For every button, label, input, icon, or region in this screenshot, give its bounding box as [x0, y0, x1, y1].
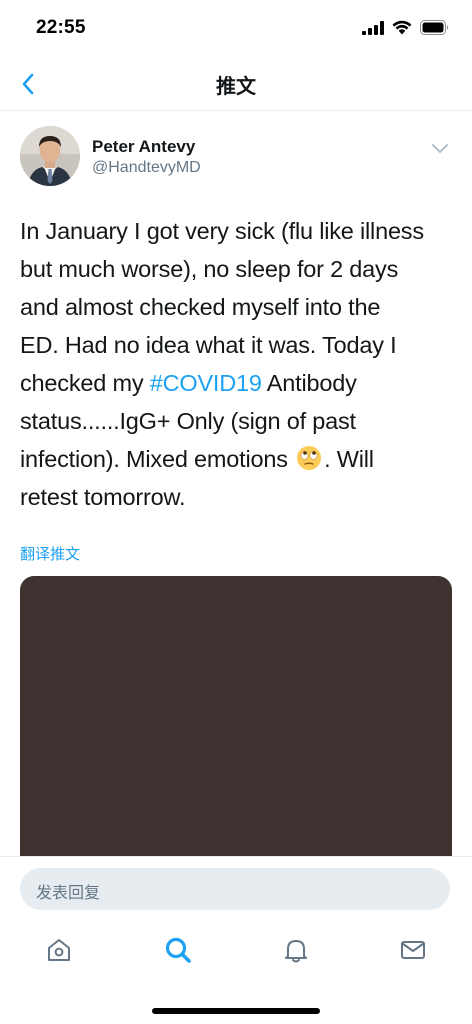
status-bar: 22:55: [0, 0, 472, 58]
reply-composer: 发表回复: [0, 856, 472, 923]
avatar-image: [20, 126, 80, 186]
author-handle[interactable]: @HandtevyMD: [92, 159, 201, 177]
tweet-line-text: . Will: [324, 446, 374, 472]
home-indicator: [152, 1008, 320, 1014]
search-icon: [165, 937, 191, 963]
tweet-media[interactable]: [20, 576, 452, 866]
tweet-line: retest tomorrow.: [20, 484, 186, 510]
tweet-line-text: Antibody: [261, 370, 357, 396]
page-title: 推文: [216, 76, 256, 98]
tweet-line: ED. Had no idea what it was. Today I: [20, 332, 397, 358]
tweet-text: In January I got very sick (flu like ill…: [20, 212, 460, 516]
chevron-down-icon[interactable]: [430, 138, 450, 158]
messages-icon: [401, 941, 425, 959]
tweet-line-text: checked my: [20, 370, 150, 396]
tab-search[interactable]: [162, 934, 194, 966]
tweet-line: checked my #COVID19 Antibody: [20, 364, 460, 402]
tweet-line: but much worse), no sleep for 2 days: [20, 256, 399, 282]
nav-bar: 推文: [0, 58, 472, 111]
tweet-line-text: infection). Mixed emotions: [20, 446, 295, 472]
home-icon: [48, 939, 70, 961]
tab-messages[interactable]: [397, 934, 429, 966]
wifi-icon: [392, 20, 412, 35]
status-icons: [362, 20, 450, 35]
translate-tweet-link[interactable]: 翻译推文: [20, 543, 80, 564]
tab-home[interactable]: [43, 934, 75, 966]
rolling-eyes-emoji-icon: [297, 446, 322, 470]
author-name[interactable]: Peter Antevy: [92, 137, 195, 157]
cellular-signal-icon: [362, 20, 384, 35]
reply-input[interactable]: 发表回复: [20, 868, 450, 910]
reply-placeholder: 发表回复: [36, 885, 101, 902]
battery-icon: [420, 20, 449, 35]
status-time: 22:55: [36, 17, 86, 38]
tweet-line: In January I got very sick (flu like ill…: [20, 218, 424, 244]
tweet-line: infection). Mixed emotions . Will: [20, 440, 460, 478]
tab-notifications[interactable]: [280, 934, 312, 966]
avatar[interactable]: [20, 126, 80, 186]
tweet-line: status......IgG+ Only (sign of past: [20, 408, 356, 434]
tweet-header: Peter Antevy @HandtevyMD: [20, 126, 452, 190]
tweet-line: and almost checked myself into the: [20, 294, 381, 320]
notifications-icon: [285, 940, 307, 963]
hashtag-link[interactable]: #COVID19: [150, 370, 262, 396]
